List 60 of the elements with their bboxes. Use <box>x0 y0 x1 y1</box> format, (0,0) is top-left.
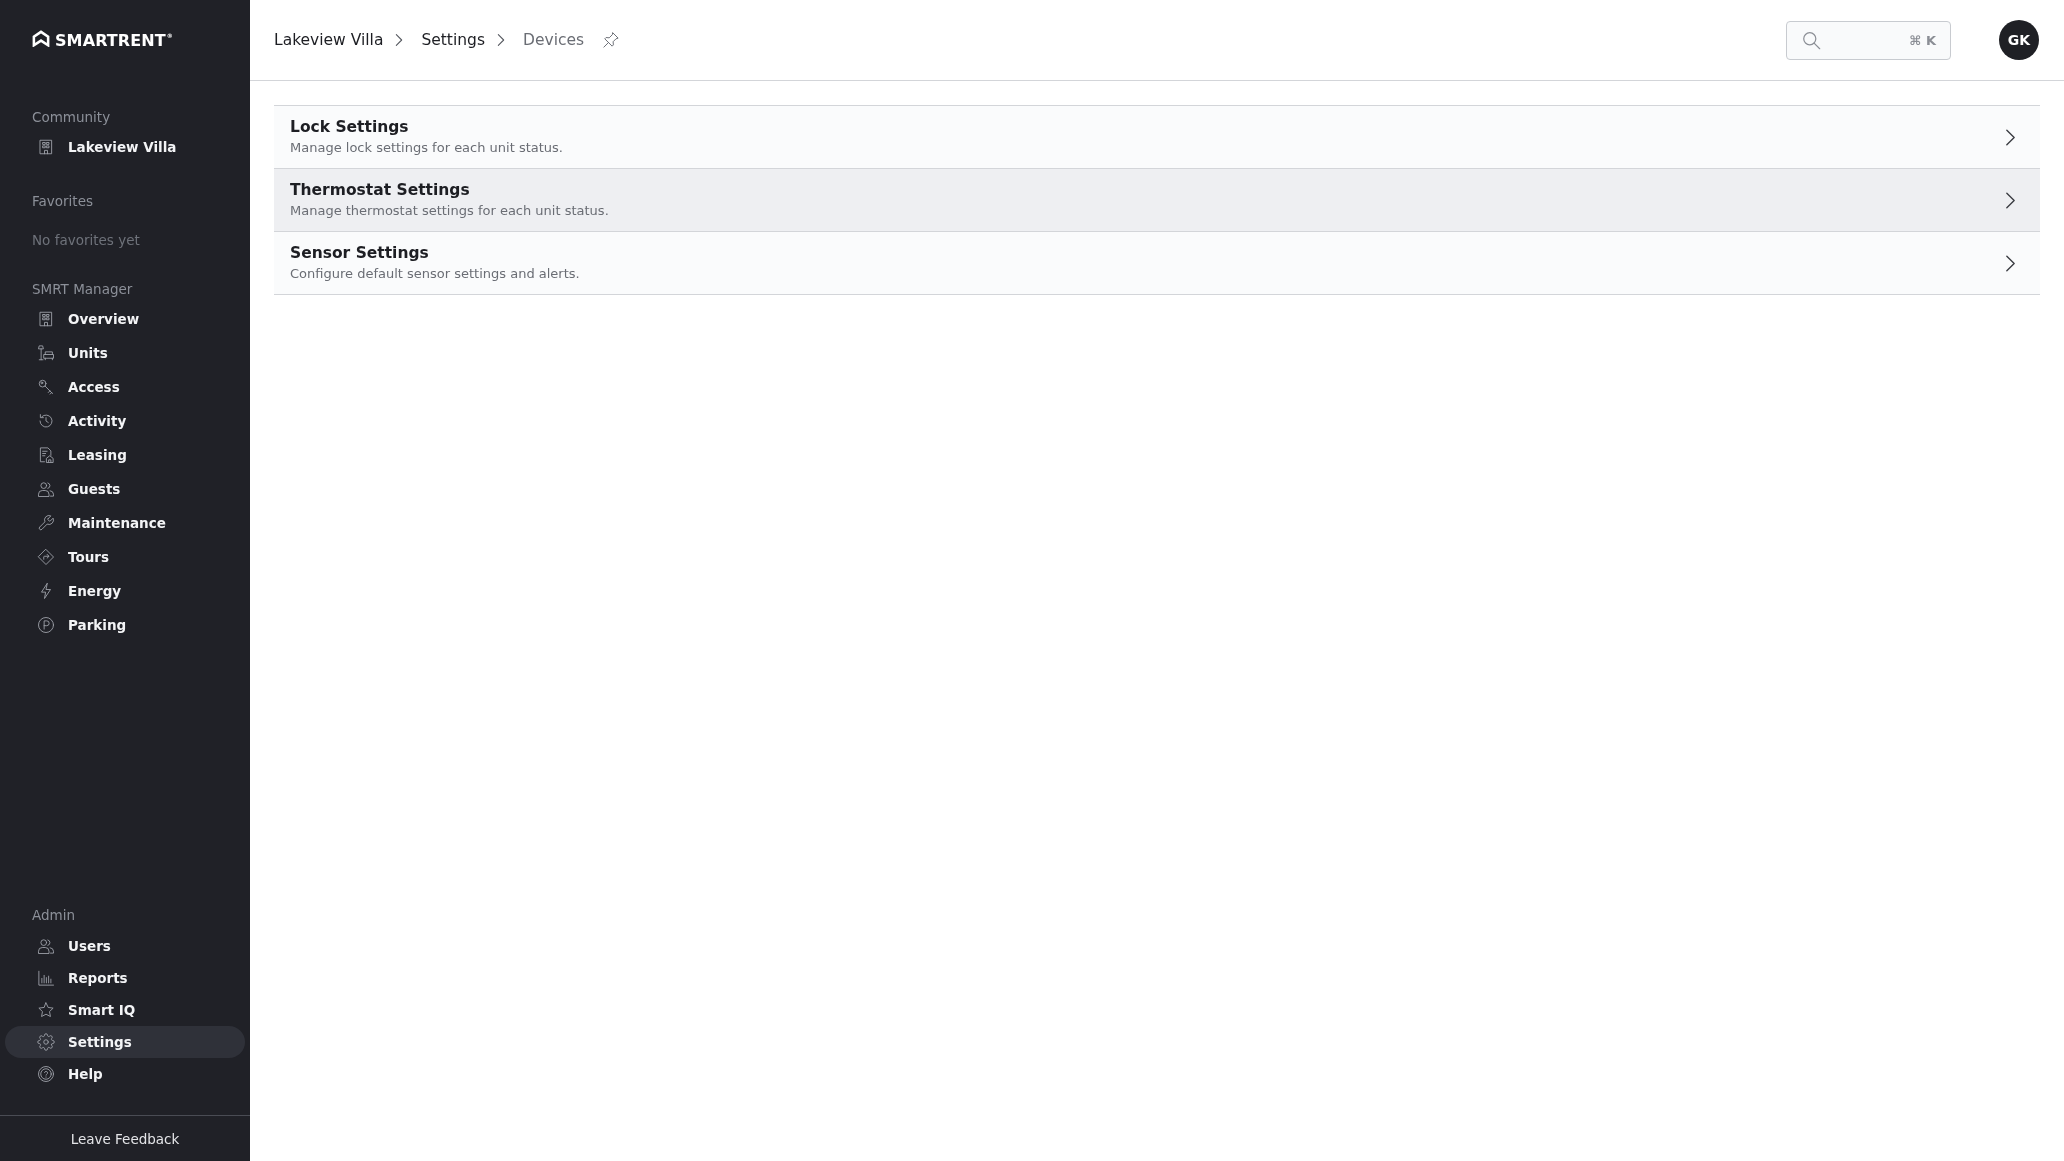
chevron-right-icon <box>2005 190 2016 210</box>
row-title: Sensor Settings <box>290 243 430 263</box>
pin-icon[interactable] <box>602 31 621 49</box>
nav-item[interactable]: Users <box>5 930 245 962</box>
feedback-button[interactable]: Leave Feedback <box>64 1126 186 1151</box>
search-icon <box>1802 30 1821 50</box>
settings-icon <box>37 1033 55 1051</box>
nav-item[interactable]: Settings <box>5 1026 245 1058</box>
chevron-right-icon <box>395 33 404 47</box>
people-icon <box>37 937 55 955</box>
row-title: Thermostat Settings <box>290 180 471 200</box>
section-label: Favorites <box>31 192 94 211</box>
nav-item[interactable]: Parking <box>5 608 245 642</box>
settings-row[interactable]: Thermostat Settings Manage thermostat settings for each unit status. <box>274 169 2040 232</box>
nav-item[interactable]: Activity <box>5 404 245 438</box>
lamp-and-sofa-icon <box>37 344 55 362</box>
help-icon <box>37 1065 55 1083</box>
clock-icon <box>37 412 55 430</box>
row-title: Lock Settings <box>290 117 410 137</box>
nav-item[interactable]: Guests <box>5 472 245 506</box>
nav-item[interactable]: Reports <box>5 962 245 994</box>
chevron-right-icon <box>2005 253 2016 273</box>
user-avatar[interactable]: GK <box>1999 20 2039 60</box>
section-label: Admin <box>31 906 77 925</box>
breadcrumb-current[interactable]: Devices <box>523 29 585 51</box>
nav-item[interactable]: Energy <box>5 574 245 608</box>
nav-item[interactable]: Maintenance <box>5 506 245 540</box>
building-icon <box>37 310 55 328</box>
nav-item[interactable]: Overview <box>5 302 245 336</box>
nav-item[interactable]: Access <box>5 370 245 404</box>
house-logo-icon <box>32 29 50 47</box>
section-label: SMRT Manager <box>31 280 134 299</box>
nav-item[interactable]: Smart IQ <box>5 994 245 1026</box>
people-icon <box>37 480 55 498</box>
row-description: Manage thermostat settings for each unit status. <box>290 202 609 220</box>
parking-sign-icon <box>37 616 55 634</box>
settings-row[interactable]: Sensor Settings Configure default sensor settings and alerts. <box>274 232 2040 295</box>
settings-row[interactable]: Lock Settings Manage lock settings for each unit status. <box>274 106 2040 169</box>
star-icon <box>37 1001 55 1019</box>
nav-item[interactable]: Leasing <box>5 438 245 472</box>
chevron-right-icon <box>497 33 505 47</box>
direction-sign-icon <box>37 548 55 566</box>
empty-message: No favorites yet <box>31 231 141 250</box>
document-house-icon <box>37 446 55 464</box>
nav-item[interactable]: Help <box>5 1058 245 1090</box>
bar-chart-icon <box>37 969 55 987</box>
nav-item[interactable]: Tours <box>5 540 245 574</box>
wrench-icon <box>37 514 55 532</box>
breadcrumb-link[interactable]: Settings <box>421 29 485 51</box>
breadcrumb-link[interactable]: Lakeview Villa <box>274 29 384 51</box>
nav-item[interactable]: Units <box>5 336 245 370</box>
building-icon <box>37 138 55 156</box>
nav-item[interactable]: Lakeview Villa <box>5 130 245 164</box>
shortcut-hint: ⌘ K <box>1909 32 1936 48</box>
key-icon <box>37 378 55 396</box>
section-label: Community <box>31 108 112 127</box>
chevron-right-icon <box>2005 127 2016 147</box>
row-description: Configure default sensor settings and alerts. <box>290 265 580 283</box>
row-description: Manage lock settings for each unit status. <box>290 139 563 157</box>
logo-wordmark: SMARTRENT$^{®}$ <box>55 29 173 51</box>
